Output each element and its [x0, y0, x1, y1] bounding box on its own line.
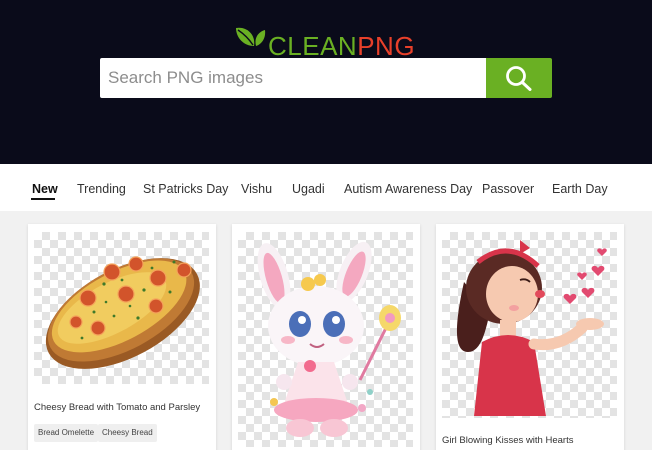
nav-item-trending[interactable]: Trending: [77, 181, 126, 197]
nav-item-autism-awareness-day[interactable]: Autism Awareness Day: [344, 181, 472, 197]
nav-item-vishu[interactable]: Vishu: [241, 181, 272, 197]
logo-clean-text: CLEAN: [268, 31, 358, 61]
image-card[interactable]: [232, 224, 420, 450]
nav-item-passover[interactable]: Passover: [482, 181, 534, 197]
search-bar: [100, 58, 552, 98]
nav-item-earth-day[interactable]: Earth Day: [552, 181, 608, 197]
card-image[interactable]: [238, 232, 413, 447]
nav-active-underline: [31, 198, 55, 200]
search-input[interactable]: [100, 58, 486, 98]
leaf-icon: [236, 27, 266, 46]
card-title[interactable]: Girl Blowing Kisses with Hearts: [442, 435, 573, 447]
nav-item-new[interactable]: New: [32, 181, 58, 197]
cheesy-bread-image: [45, 256, 200, 369]
tag-bread-omelette[interactable]: Bread Omelette: [34, 424, 99, 442]
bunny-character-image: [257, 241, 401, 437]
search-button[interactable]: [486, 58, 552, 98]
card-image[interactable]: [442, 232, 617, 418]
girl-blowing-kisses-image: [457, 240, 607, 416]
search-icon: [506, 66, 532, 91]
nav-item-st-patricks-day[interactable]: St Patricks Day: [143, 181, 228, 197]
logo-png-text: PNG: [357, 31, 416, 61]
tag-cheesy-bread[interactable]: Cheesy Bread: [98, 424, 157, 442]
image-card[interactable]: Cheesy Bread with Tomato and Parsley Bre…: [28, 224, 216, 450]
site-header: CLEANPNG: [0, 0, 652, 164]
image-card[interactable]: Girl Blowing Kisses with Hearts: [436, 224, 624, 450]
nav-item-ugadi[interactable]: Ugadi: [292, 181, 325, 197]
card-title[interactable]: Cheesy Bread with Tomato and Parsley: [34, 402, 200, 414]
cleanpng-logo[interactable]: CLEANPNG: [232, 22, 422, 61]
card-image[interactable]: [34, 232, 209, 384]
